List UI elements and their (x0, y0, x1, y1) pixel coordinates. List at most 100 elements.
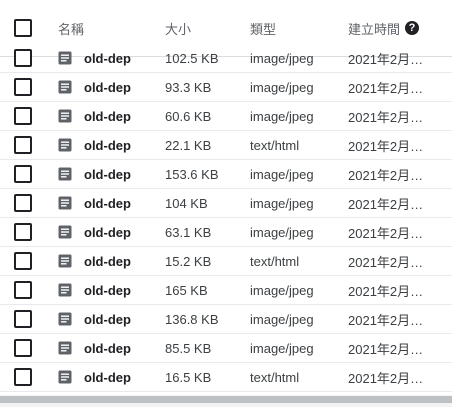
file-size-cell: 104 KB (165, 189, 245, 217)
file-created: 2021年2月… (348, 80, 424, 96)
file-name[interactable]: old-depe (84, 138, 131, 153)
row-checkbox[interactable] (14, 339, 32, 357)
table-row[interactable]: old-depe 136.8 KB image/jpeg 2021年2月… (0, 305, 452, 334)
file-name[interactable]: old-depe (84, 370, 131, 385)
table-row[interactable]: old-depe 102.5 KB image/jpeg 2021年2月… (0, 44, 452, 73)
row-checkbox[interactable] (14, 194, 32, 212)
file-created: 2021年2月… (348, 283, 424, 299)
table-row[interactable]: old-depe 93.3 KB image/jpeg 2021年2月… (0, 73, 452, 102)
select-all-checkbox[interactable] (14, 19, 32, 37)
file-name[interactable]: old-depe (84, 167, 131, 182)
row-checkbox[interactable] (14, 368, 32, 386)
file-document-icon (58, 80, 72, 94)
file-type: text/html (250, 369, 300, 385)
table-row[interactable]: old-depe 165 KB image/jpeg 2021年2月… (0, 276, 452, 305)
file-type: image/jpeg (250, 224, 314, 240)
file-created: 2021年2月… (348, 196, 424, 212)
file-name[interactable]: old-depe (84, 283, 131, 298)
file-type-cell: image/jpeg (250, 189, 340, 217)
file-name[interactable]: old-depe (84, 196, 131, 211)
row-select-cell (14, 160, 36, 188)
file-document-icon (58, 312, 72, 326)
file-type: image/jpeg (250, 311, 314, 327)
file-name[interactable]: old-depe (84, 80, 131, 95)
file-type-cell: image/jpeg (250, 305, 340, 333)
help-circle-icon[interactable]: ? (405, 21, 420, 35)
row-checkbox[interactable] (14, 78, 32, 96)
file-created: 2021年2月… (348, 51, 424, 67)
table-row[interactable]: old-depe 15.2 KB text/html 2021年2月… (0, 247, 452, 276)
file-size-cell: 165 KB (165, 276, 245, 304)
file-name[interactable]: old-depe (84, 109, 131, 124)
row-checkbox[interactable] (14, 310, 32, 328)
file-name-cell[interactable]: old-depe (58, 160, 135, 188)
file-size: 16.5 KB (165, 369, 212, 385)
table-row[interactable]: old-depe 85.5 KB image/jpeg 2021年2月… (0, 334, 452, 363)
row-checkbox[interactable] (14, 107, 32, 125)
file-size: 93.3 KB (165, 79, 212, 95)
file-created-cell: 2021年2月… (348, 102, 452, 130)
file-size-cell: 85.5 KB (165, 334, 245, 362)
file-name-cell[interactable]: old-depe (58, 189, 135, 217)
file-name-cell[interactable]: old-depe (58, 305, 135, 333)
file-type: image/jpeg (250, 166, 314, 182)
row-checkbox[interactable] (14, 136, 32, 154)
file-document-icon (58, 109, 72, 123)
column-header-type-label: 類型 (250, 21, 277, 37)
table-row[interactable]: old-depe 153.6 KB image/jpeg 2021年2月… (0, 160, 452, 189)
file-name-cell[interactable]: old-depe (58, 363, 135, 391)
file-size-cell: 93.3 KB (165, 73, 245, 101)
table-row[interactable]: old-depe 60.6 KB image/jpeg 2021年2月… (0, 102, 452, 131)
file-name-cell[interactable]: old-depe (58, 102, 135, 130)
file-name[interactable]: old-depe (84, 254, 131, 269)
row-select-cell (14, 363, 36, 391)
column-header-name-label: 名稱 (58, 21, 85, 37)
file-type-cell: text/html (250, 363, 340, 391)
row-select-cell (14, 102, 36, 130)
file-name-cell[interactable]: old-depe (58, 218, 135, 246)
row-select-cell (14, 189, 36, 217)
file-name-cell[interactable]: old-depe (58, 131, 135, 159)
file-created: 2021年2月… (348, 138, 424, 154)
file-size: 165 KB (165, 282, 208, 298)
column-header-size-label: 大小 (165, 21, 192, 37)
row-checkbox[interactable] (14, 252, 32, 270)
file-created-cell: 2021年2月… (348, 218, 452, 246)
row-checkbox[interactable] (14, 223, 32, 241)
file-name[interactable]: old-depe (84, 51, 131, 66)
file-name-cell[interactable]: old-depe (58, 276, 135, 304)
row-select-cell (14, 218, 36, 246)
file-type-cell: image/jpeg (250, 102, 340, 130)
file-name-cell[interactable]: old-depe (58, 44, 135, 72)
row-checkbox[interactable] (14, 49, 32, 67)
file-document-icon (58, 283, 72, 297)
file-name-cell[interactable]: old-depe (58, 247, 135, 275)
file-type: image/jpeg (250, 108, 314, 124)
file-created: 2021年2月… (348, 341, 424, 357)
file-created-cell: 2021年2月… (348, 334, 452, 362)
file-document-icon (58, 225, 72, 239)
file-type-cell: image/jpeg (250, 218, 340, 246)
row-checkbox[interactable] (14, 165, 32, 183)
horizontal-scrollbar-thumb[interactable] (0, 396, 452, 403)
file-size: 63.1 KB (165, 224, 212, 240)
file-document-icon (58, 254, 72, 268)
file-created-cell: 2021年2月… (348, 131, 452, 159)
file-document-icon (58, 167, 72, 181)
file-name[interactable]: old-depe (84, 225, 131, 240)
table-row[interactable]: old-depe 104 KB image/jpeg 2021年2月… (0, 189, 452, 218)
table-row[interactable]: old-depe 63.1 KB image/jpeg 2021年2月… (0, 218, 452, 247)
table-row[interactable]: old-depe 22.1 KB text/html 2021年2月… (0, 131, 452, 160)
file-type: text/html (250, 137, 300, 153)
row-checkbox[interactable] (14, 281, 32, 299)
file-name-cell[interactable]: old-depe (58, 73, 135, 101)
file-document-icon (58, 196, 72, 210)
file-name-cell[interactable]: old-depe (58, 334, 135, 362)
file-name[interactable]: old-depe (84, 312, 131, 327)
row-select-cell (14, 305, 36, 333)
table-row[interactable]: old-depe 16.5 KB text/html 2021年2月… (0, 363, 452, 392)
row-select-cell (14, 334, 36, 362)
file-name[interactable]: old-depe (84, 341, 131, 356)
file-created: 2021年2月… (348, 167, 424, 183)
file-size-cell: 102.5 KB (165, 44, 245, 72)
